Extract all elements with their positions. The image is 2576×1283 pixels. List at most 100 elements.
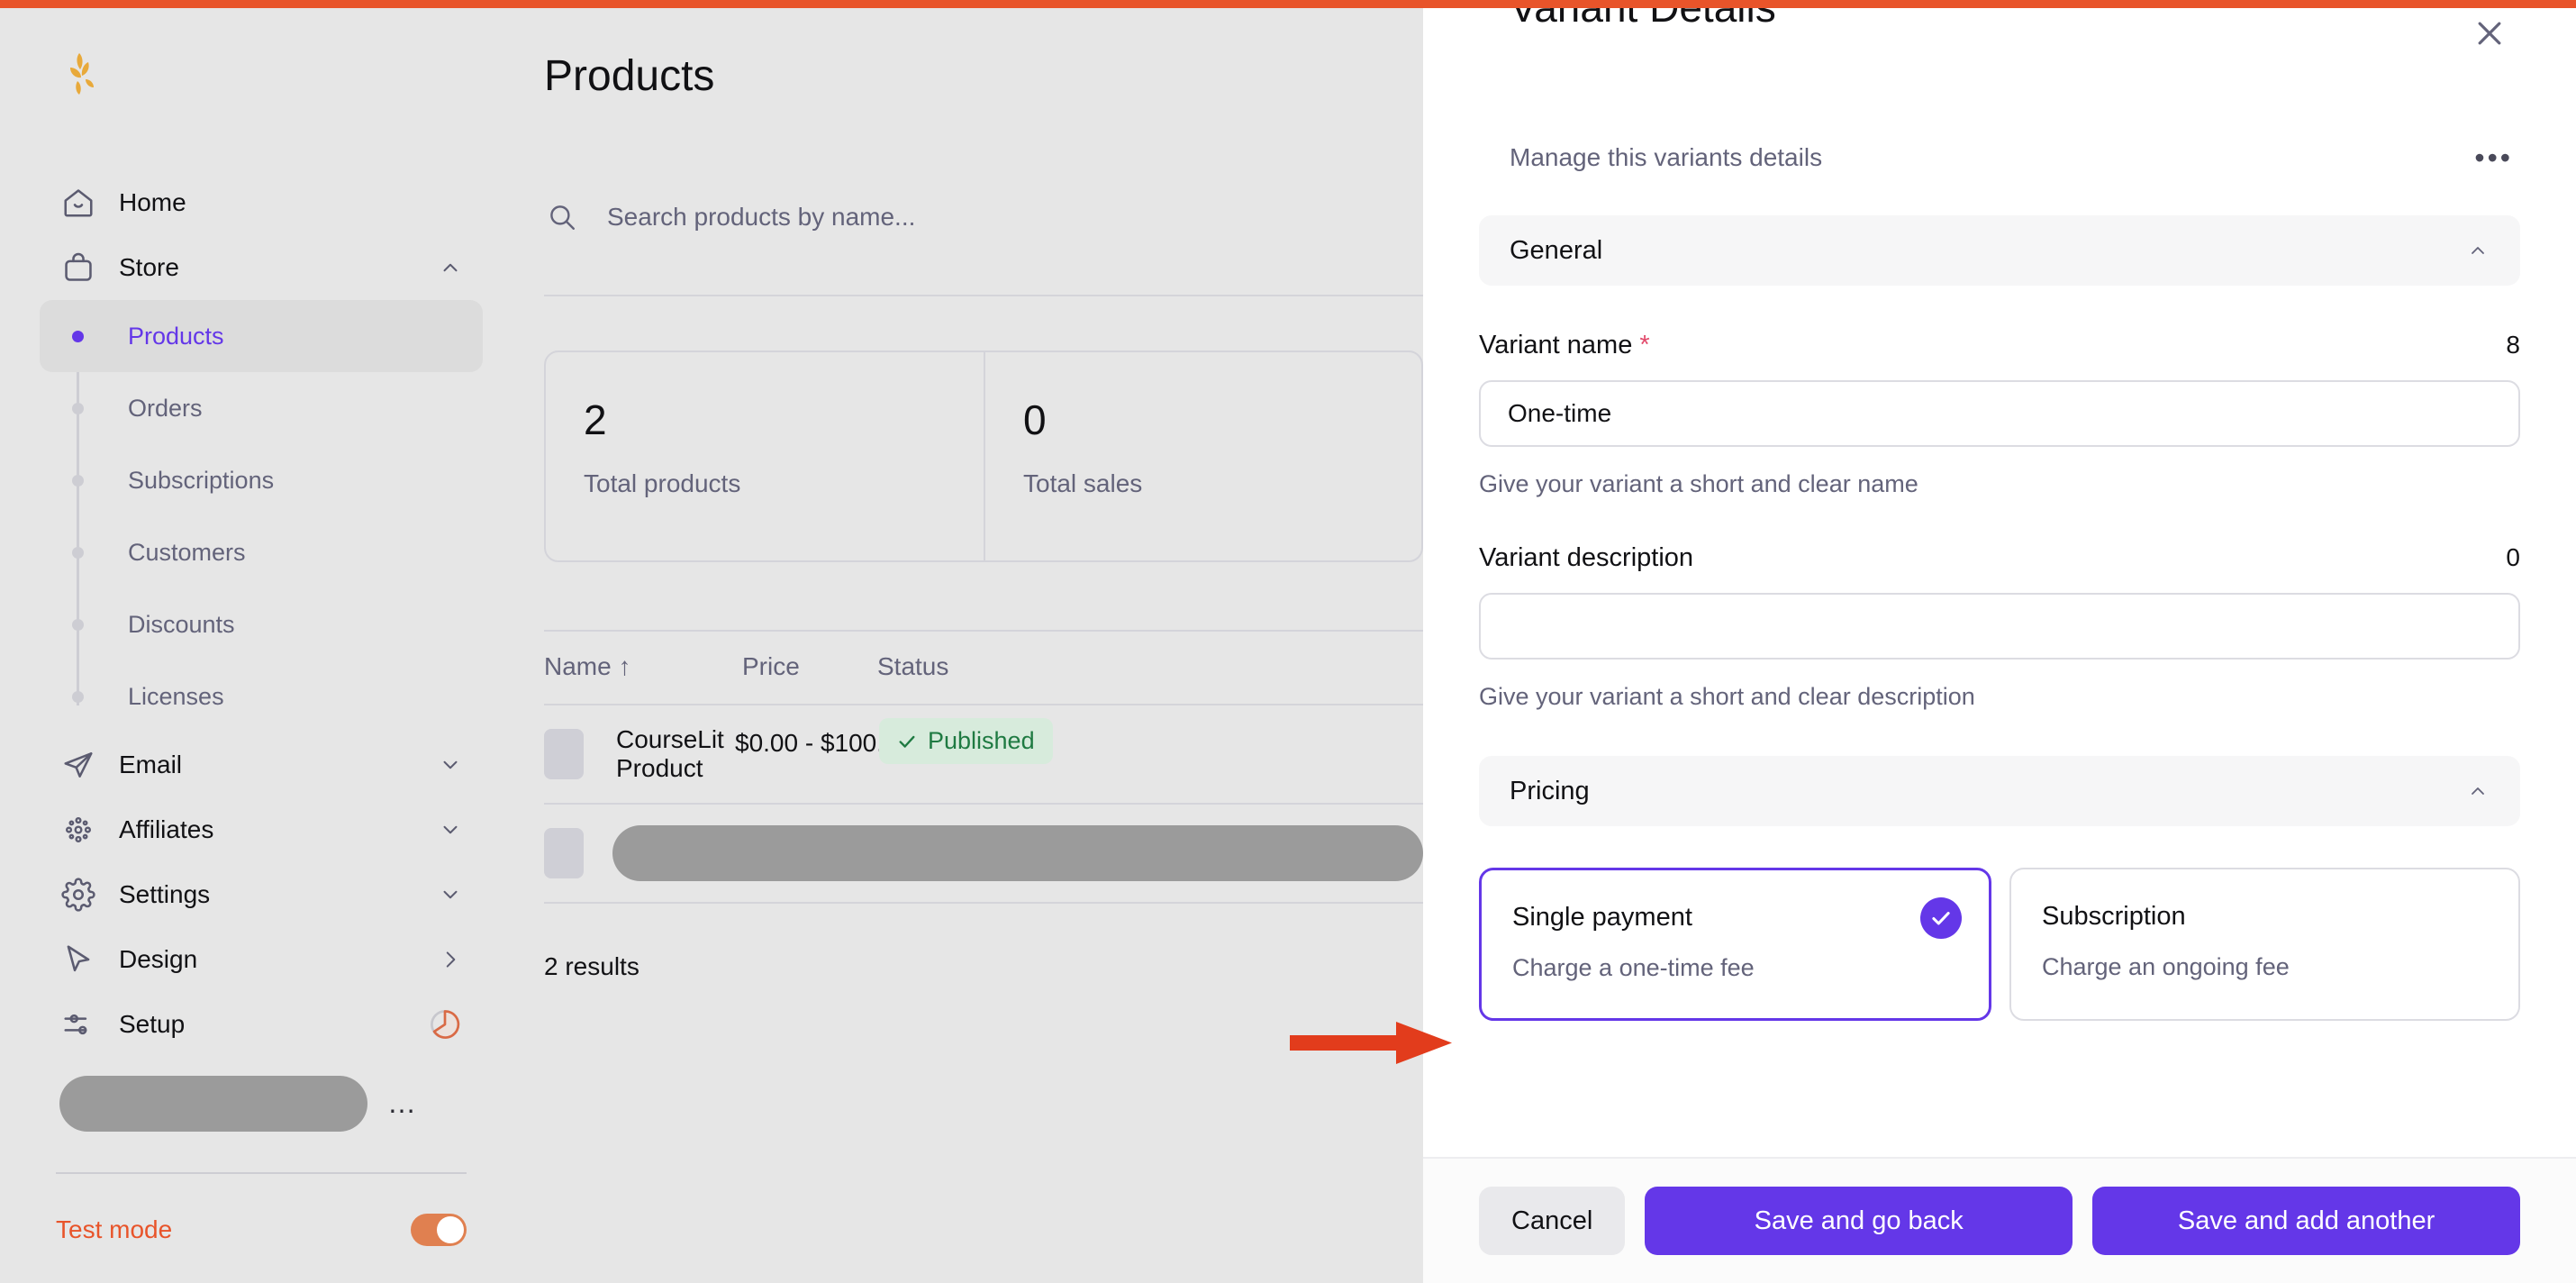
affiliates-icon [59,811,97,849]
sidebar-item-label: Design [119,945,197,974]
check-icon [897,732,917,751]
field-label-row: Variant description 0 [1479,543,2520,573]
field-label: Variant name [1479,331,1632,360]
bullet-icon [72,547,84,559]
input-value: One-time [1508,399,1611,428]
drawer-subtitle-row: Manage this variants details ••• [1510,143,2513,172]
sidebar-item-label: Licenses [128,683,224,711]
field-variant-name: Variant name * 8 One-time Give your vari… [1479,331,2520,498]
top-accent-bar [0,0,2576,8]
variant-details-drawer: Variant Details Manage this variants det… [1423,8,2576,1283]
option-title: Subscription [2042,902,2488,932]
pie-progress-icon[interactable] [427,1006,463,1042]
column-header-price[interactable]: Price [742,652,877,681]
chevron-up-icon[interactable] [2466,239,2490,262]
product-status-cell: Published [879,718,1053,764]
section-header-pricing[interactable]: Pricing [1479,756,2520,826]
stat-value: 2 [584,396,946,444]
sidebar-item-store[interactable]: Store [40,235,483,300]
account-name-redacted [59,1076,367,1132]
sidebar-item-label: Customers [128,539,246,567]
more-horizontal-icon[interactable]: ••• [2474,150,2513,165]
sidebar-item-label: Products [128,323,224,350]
test-mode-row[interactable]: Test mode [56,1214,467,1246]
stat-total-sales: 0 Total sales [984,352,1421,560]
account-row[interactable]: … [40,1068,483,1140]
chevron-down-icon[interactable] [438,817,463,842]
test-mode-toggle[interactable] [411,1214,467,1246]
sidebar-item-home[interactable]: Home [40,170,483,235]
selected-check-icon [1920,897,1962,939]
product-name: CourseLit Product [616,725,742,783]
cancel-button[interactable]: Cancel [1479,1187,1625,1255]
courselit-logo-icon[interactable] [56,50,106,100]
divider-under-search [544,295,1423,296]
sidebar-nav: Home Store [0,170,522,1246]
field-label: Variant description [1479,543,1693,573]
chevron-up-icon[interactable] [2466,779,2490,803]
results-count: 2 results [544,952,639,981]
shopping-bag-icon [59,249,97,287]
sidebar-item-customers[interactable]: Customers [40,516,483,588]
section-title: General [1510,236,1602,266]
sidebar-item-label: Discounts [128,611,235,639]
char-counter: 0 [2506,543,2520,572]
drawer-body: General Variant name * 8 One-time Give y… [1423,215,2576,1157]
send-icon [59,746,97,784]
test-mode-label: Test mode [56,1215,172,1244]
sidebar-item-licenses[interactable]: Licenses [40,660,483,732]
variant-name-input[interactable]: One-time [1479,380,2520,447]
products-table: Name ↑ Price Status CourseLit Product [544,630,1423,904]
chevron-down-icon[interactable] [438,882,463,907]
sidebar-item-settings[interactable]: Settings [40,862,483,927]
sidebar-item-label: Affiliates [119,815,213,844]
sidebar-item-subscriptions[interactable]: Subscriptions [40,444,483,516]
required-mark: * [1639,331,1649,360]
save-and-go-back-button[interactable]: Save and go back [1645,1187,2073,1255]
chevron-down-icon[interactable] [438,752,463,778]
pricing-options: Single payment Charge a one-time fee Sub… [1479,868,2520,1021]
column-header-status[interactable]: Status [877,652,1057,681]
sidebar-item-products[interactable]: Products [40,300,483,372]
field-helper-text: Give your variant a short and clear desc… [1479,683,2520,711]
toggle-knob [437,1216,464,1243]
product-thumbnail [544,729,584,779]
field-label-row: Variant name * 8 [1479,331,2520,360]
sidebar: Home Store [0,8,522,1283]
option-title: Single payment [1512,903,1958,933]
bullet-icon [72,691,84,703]
search-placeholder: Search products by name... [607,203,915,232]
variant-description-input[interactable] [1479,593,2520,660]
table-header-row: Name ↑ Price Status [544,630,1423,705]
bullet-icon [72,331,84,342]
sidebar-item-label: Orders [128,395,203,423]
pricing-option-subscription[interactable]: Subscription Charge an ongoing fee [2009,868,2520,1021]
column-header-name[interactable]: Name ↑ [544,652,742,681]
sidebar-item-setup[interactable]: Setup [40,992,483,1057]
stat-caption: Total products [584,469,946,498]
section-header-general[interactable]: General [1479,215,2520,286]
sidebar-item-discounts[interactable]: Discounts [40,588,483,660]
account-menu-icon[interactable]: … [387,1095,418,1112]
save-and-add-another-button[interactable]: Save and add another [2092,1187,2520,1255]
sidebar-item-label: Email [119,751,182,779]
cursor-icon [59,941,97,978]
page-title: Products [544,51,714,101]
product-name-redacted [612,825,1423,881]
sliders-icon [59,1005,97,1043]
sidebar-item-affiliates[interactable]: Affiliates [40,797,483,862]
close-icon[interactable] [2466,10,2513,57]
sidebar-item-email[interactable]: Email [40,732,483,797]
search-icon [544,199,580,235]
sidebar-item-orders[interactable]: Orders [40,372,483,444]
chevron-right-icon[interactable] [438,947,463,972]
pricing-option-single-payment[interactable]: Single payment Charge a one-time fee [1479,868,1991,1021]
table-row[interactable] [544,805,1423,904]
sidebar-item-design[interactable]: Design [40,927,483,992]
option-description: Charge a one-time fee [1512,954,1958,982]
chevron-up-icon[interactable] [438,255,463,280]
status-label: Published [928,727,1035,755]
drawer-footer: Cancel Save and go back Save and add ano… [1423,1157,2576,1283]
sidebar-item-label: Settings [119,880,210,909]
search-input[interactable]: Search products by name... [544,185,1400,250]
